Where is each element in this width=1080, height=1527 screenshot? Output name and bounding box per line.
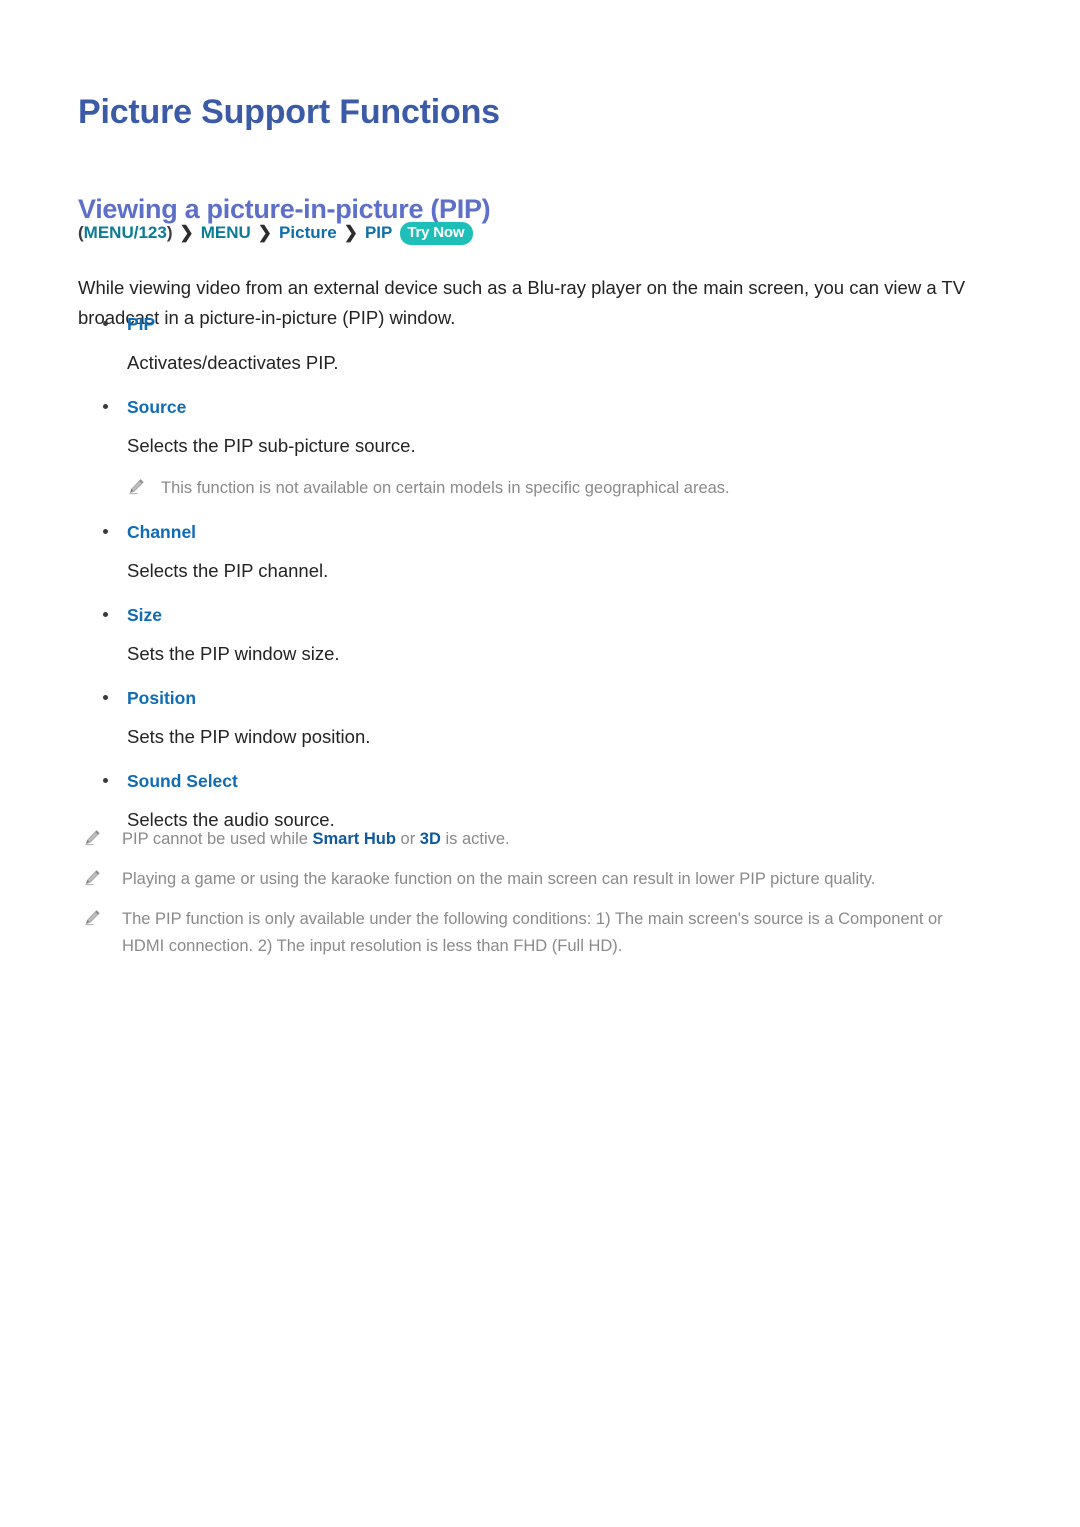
option-note: This function is not available on certai… xyxy=(78,475,998,502)
option-description: Activates/deactivates PIP. xyxy=(127,352,339,373)
note-text-part3: is active. xyxy=(440,830,510,848)
pencil-icon xyxy=(85,910,100,926)
bullet-icon xyxy=(103,529,108,534)
option-item-sound-select: Sound Select Selects the audio source. xyxy=(78,769,998,834)
breadcrumb-close-paren: ) xyxy=(166,223,173,242)
option-label: Sound Select xyxy=(78,769,998,793)
page-title: Picture Support Functions xyxy=(78,92,500,131)
breadcrumb-item-pip[interactable]: PIP xyxy=(365,220,392,246)
breadcrumb: (MENU/123) ❯ MENU ❯ Picture ❯ PIP Try No… xyxy=(78,220,474,246)
note-text-part2: or xyxy=(395,830,420,848)
document-page: Picture Support Functions Viewing a pict… xyxy=(0,0,1080,1527)
option-description: Selects the PIP sub-picture source. xyxy=(127,435,416,456)
chevron-right-icon: ❯ xyxy=(179,223,194,242)
notes-section: PIP cannot be used while Smart Hub or 3D… xyxy=(78,826,988,973)
bullet-icon xyxy=(103,612,108,617)
breadcrumb-item-menu123[interactable]: MENU/123 xyxy=(84,220,167,246)
breadcrumb-item-menu[interactable]: MENU xyxy=(201,220,251,246)
option-label: Channel xyxy=(78,520,998,544)
option-item-channel: Channel Selects the PIP channel. xyxy=(78,520,998,585)
option-label: Size xyxy=(78,603,998,627)
bullet-icon xyxy=(103,404,108,409)
note-item: The PIP function is only available under… xyxy=(78,906,988,960)
option-description: Selects the PIP channel. xyxy=(127,560,329,581)
option-label-text: Channel xyxy=(127,522,197,542)
try-now-badge[interactable]: Try Now xyxy=(400,221,474,245)
option-item-size: Size Sets the PIP window size. xyxy=(78,603,998,668)
note-item: Playing a game or using the karaoke func… xyxy=(78,866,988,893)
chevron-right-icon: ❯ xyxy=(257,223,273,242)
note-item: PIP cannot be used while Smart Hub or 3D… xyxy=(78,826,988,853)
option-label: Position xyxy=(78,686,998,710)
chevron-right-icon: ❯ xyxy=(343,223,358,242)
note-highlight-3d: 3D xyxy=(419,830,441,848)
option-list: PIP Activates/deactivates PIP. Source Se… xyxy=(78,312,998,852)
option-label-text: Sound Select xyxy=(127,771,238,791)
option-item-pip: PIP Activates/deactivates PIP. xyxy=(78,312,998,377)
option-label-text: PIP xyxy=(127,314,156,334)
pencil-icon xyxy=(85,830,100,846)
bullet-icon xyxy=(103,321,108,326)
option-note-text: This function is not available on certai… xyxy=(161,479,730,497)
option-description: Sets the PIP window position. xyxy=(127,726,371,747)
option-label-text: Position xyxy=(127,688,197,708)
breadcrumb-item-picture[interactable]: Picture xyxy=(279,220,337,246)
note-text: The PIP function is only available under… xyxy=(122,910,943,955)
option-description: Sets the PIP window size. xyxy=(127,643,340,664)
note-text-part1: PIP cannot be used while xyxy=(122,830,313,848)
pencil-icon xyxy=(85,870,100,886)
pencil-icon xyxy=(129,479,144,495)
option-label-text: Size xyxy=(127,605,163,625)
option-label: Source xyxy=(78,395,998,419)
option-item-position: Position Sets the PIP window position. xyxy=(78,686,998,751)
note-text: Playing a game or using the karaoke func… xyxy=(122,870,876,888)
bullet-icon xyxy=(103,778,108,783)
option-item-source: Source Selects the PIP sub-picture sourc… xyxy=(78,395,998,502)
option-label: PIP xyxy=(78,312,998,336)
option-label-text: Source xyxy=(127,397,187,417)
bullet-icon xyxy=(103,695,108,700)
note-highlight-smart-hub: Smart Hub xyxy=(312,830,396,848)
